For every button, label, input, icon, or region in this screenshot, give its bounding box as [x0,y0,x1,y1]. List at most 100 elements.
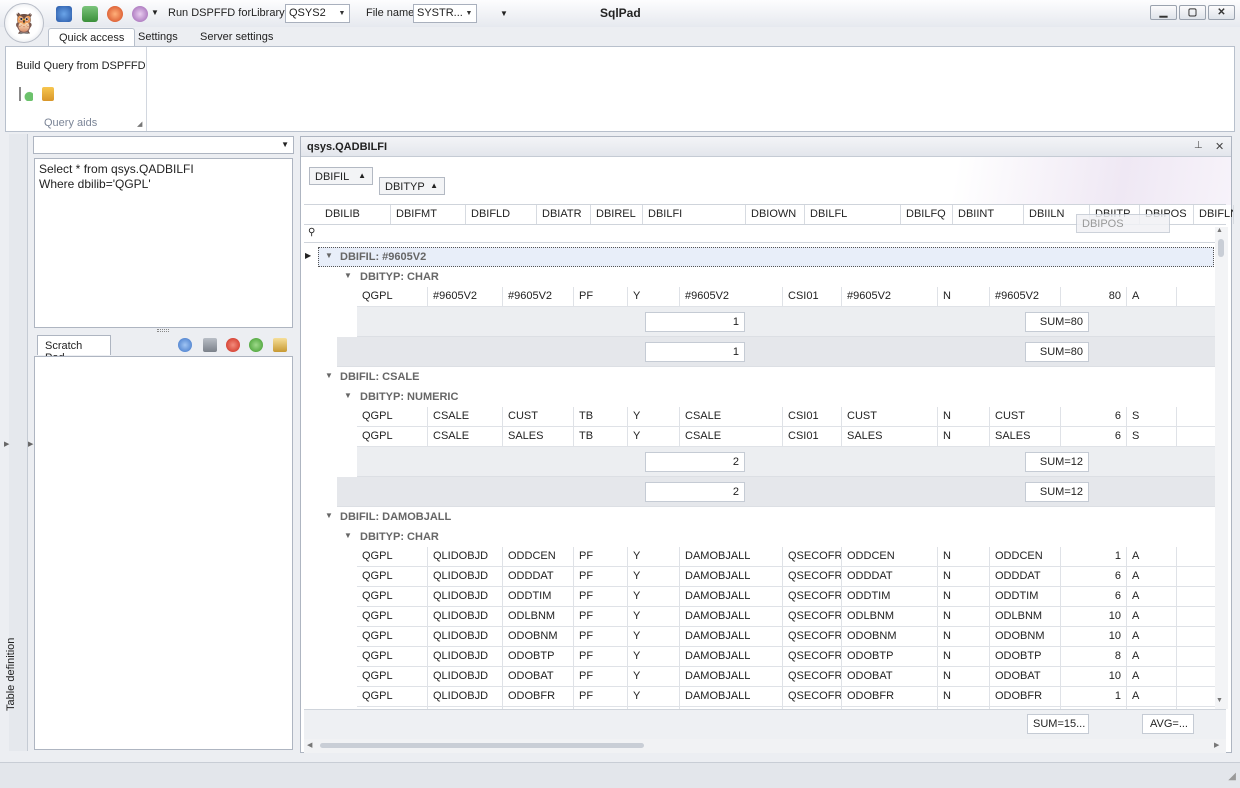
splitter-grip[interactable] [157,329,169,332]
table-cell[interactable]: QLIDOBJD [428,547,503,567]
table-cell[interactable]: PF [574,587,628,607]
collapse-icon[interactable]: ▼ [344,391,352,400]
collapse-icon[interactable]: ▼ [325,251,333,260]
table-cell[interactable]: N [938,607,990,627]
table-cell[interactable]: ODDTIM [842,587,938,607]
column-header-dbilfi[interactable]: DBILFI [643,205,746,224]
table-cell[interactable]: CSALE [428,407,503,427]
column-header-dbilib[interactable]: DBILIB [320,205,391,224]
table-cell[interactable]: Y [628,687,680,707]
table-cell[interactable]: QGPL [357,587,428,607]
table-cell[interactable]: DAMOBJALL [680,547,783,567]
table-cell[interactable]: 10 [1061,627,1127,647]
table-cell[interactable]: QSECOFR [783,607,842,627]
table-cell[interactable]: S [1127,407,1177,427]
close-button[interactable]: ✕ [1208,5,1235,20]
table-cell[interactable]: A [1127,627,1177,647]
table-cell[interactable]: QSECOFR [783,547,842,567]
resize-grip-icon[interactable]: ◢ [1228,771,1236,782]
table-cell[interactable]: N [938,547,990,567]
horizontal-scrollbar[interactable]: ◀ ▶ [304,739,1226,753]
table-cell[interactable]: PF [574,607,628,627]
table-cell[interactable]: CSI01 [783,287,842,307]
table-cell[interactable]: ODOBTP [503,647,574,667]
table-cell[interactable]: 4 [1177,607,1215,627]
table-cell[interactable]: ODOBFR [842,687,938,707]
table-cell[interactable]: A [1127,667,1177,687]
refresh-icon[interactable] [56,6,72,22]
table-cell[interactable]: ODOBAT [503,667,574,687]
pin-icon[interactable]: ⊥ [1194,140,1203,151]
table-cell[interactable]: 10 [1061,667,1127,687]
table-cell[interactable]: #9605V2 [503,287,574,307]
table-cell[interactable]: QGPL [357,407,428,427]
chevron-down-icon[interactable]: ▼ [151,8,159,17]
table-cell[interactable]: A [1127,587,1177,607]
table-cell[interactable]: N [938,427,990,447]
table-cell[interactable]: N [938,567,990,587]
scroll-up-icon[interactable]: ▲ [1216,227,1223,234]
table-cell[interactable]: DAMOBJALL [680,647,783,667]
stop-icon[interactable] [107,6,123,22]
table-cell[interactable]: CUST [990,407,1061,427]
table-cell[interactable]: A [1127,607,1177,627]
table-cell[interactable]: QGPL [357,427,428,447]
table-cell[interactable]: QGPL [357,547,428,567]
table-cell[interactable]: DAMOBJALL [680,607,783,627]
table-cell[interactable]: A [1127,647,1177,667]
table-cell[interactable]: Y [628,587,680,607]
table-cell[interactable]: ODOBNM [503,627,574,647]
table-cell[interactable]: Y [628,547,680,567]
table-cell[interactable]: 1 [1177,547,1215,567]
table-cell[interactable]: QGPL [357,687,428,707]
table-cell[interactable]: ODOBFR [503,687,574,707]
table-cell[interactable]: ODDCEN [503,547,574,567]
add-field-icon[interactable] [19,87,33,101]
column-header-dbifld[interactable]: DBIFLD [466,205,537,224]
table-cell[interactable]: 3 [1177,587,1215,607]
table-cell[interactable]: ODDDAT [990,567,1061,587]
table-cell[interactable]: PF [574,287,628,307]
column-header-dbilfl[interactable]: DBILFL [805,205,901,224]
table-cell[interactable]: PF [574,667,628,687]
table-cell[interactable]: QLIDOBJD [428,567,503,587]
table-cell[interactable]: ODDTIM [990,587,1061,607]
scratch-pad-tab[interactable]: Scratch Pad [37,335,111,364]
table-cell[interactable]: CSI01 [783,407,842,427]
table-cell[interactable]: ODDTIM [503,587,574,607]
table-cell[interactable]: DAMOBJALL [680,667,783,687]
column-header-dbifmt[interactable]: DBIFMT [391,205,466,224]
tab-server-settings[interactable]: Server settings [190,28,283,47]
table-cell[interactable]: SALES [842,427,938,447]
table-cell[interactable]: ODDDAT [503,567,574,587]
table-cell[interactable]: 8 [1061,647,1127,667]
table-cell[interactable]: Y [628,627,680,647]
collapse-icon[interactable]: ▼ [344,531,352,540]
table-icon[interactable] [42,87,54,101]
table-cell[interactable]: ODOBNM [842,627,938,647]
table-cell[interactable]: 1 [1061,547,1127,567]
group-chip-dbifil[interactable]: DBIFIL ▲ [309,167,373,185]
table-cell[interactable]: SALES [990,427,1061,447]
table-cell[interactable]: N [938,287,990,307]
close-panel-icon[interactable]: ✕ [1215,140,1224,153]
table-cell[interactable]: 2 [1177,567,1215,587]
scroll-thumb[interactable] [1218,239,1224,257]
column-header-dbirel[interactable]: DBIREL [591,205,643,224]
table-cell[interactable]: Y [628,287,680,307]
table-cell[interactable]: 1 [1177,407,1215,427]
table-definition-tab[interactable]: Table definition [5,621,17,711]
table-cell[interactable]: QGPL [357,667,428,687]
table-cell[interactable]: N [938,647,990,667]
table-cell[interactable]: Y [628,567,680,587]
column-header-dbilfq[interactable]: DBILFQ [901,205,953,224]
table-cell[interactable]: #9605V2 [680,287,783,307]
table-cell[interactable]: QLIDOBJD [428,667,503,687]
table-cell[interactable]: QSECOFR [783,667,842,687]
table-cell[interactable]: S [1127,427,1177,447]
table-cell[interactable]: #9605V2 [990,287,1061,307]
table-cell[interactable]: A [1127,287,1177,307]
table-cell[interactable]: CSALE [680,427,783,447]
app-logo-owl-icon[interactable]: 🦉 [4,3,44,43]
database-icon[interactable] [132,6,148,22]
